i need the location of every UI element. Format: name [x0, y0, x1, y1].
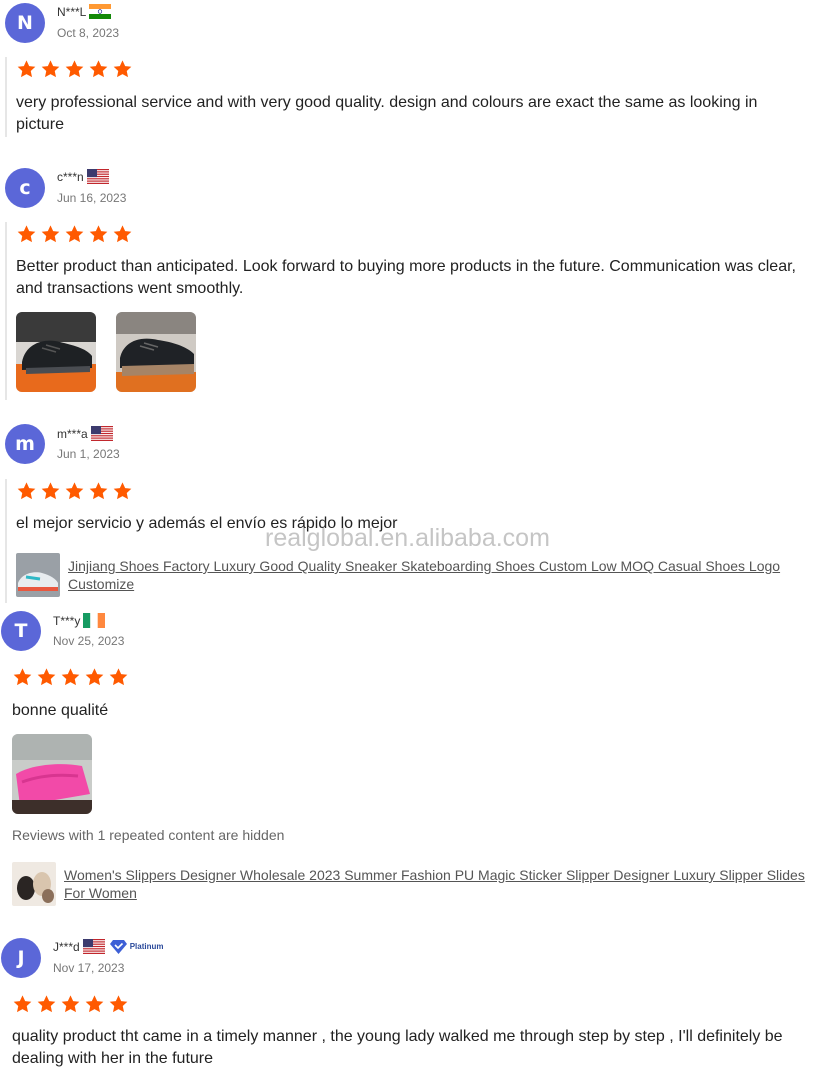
- us-flag-icon: [83, 939, 105, 954]
- reviewer-name: J***d: [53, 939, 80, 954]
- hidden-reviews-note: Reviews with 1 repeated content are hidd…: [12, 827, 285, 843]
- diamond-check-icon: [109, 940, 127, 954]
- star-rating: [16, 59, 133, 79]
- star-icon: [60, 994, 81, 1014]
- star-rating: [12, 667, 129, 687]
- star-icon: [40, 224, 61, 244]
- review-date: Jun 1, 2023: [57, 447, 120, 461]
- star-icon: [16, 481, 37, 501]
- avatar: c: [5, 168, 45, 208]
- black-sneaker-photo-icon: [116, 312, 196, 392]
- avatar: m: [5, 424, 45, 464]
- product-link[interactable]: Women's Slippers Designer Wholesale 2023…: [64, 866, 809, 902]
- product-link[interactable]: Jinjiang Shoes Factory Luxury Good Quali…: [68, 557, 793, 593]
- divider-bar: [5, 479, 7, 603]
- us-flag-icon: [91, 426, 113, 441]
- divider-bar: [5, 57, 7, 137]
- review-date: Nov 25, 2023: [53, 634, 125, 648]
- review-photo[interactable]: [116, 312, 196, 392]
- sneaker-product-icon: [16, 553, 60, 597]
- star-rating: [16, 481, 133, 501]
- star-icon: [88, 224, 109, 244]
- review-text: quality product tht came in a timely man…: [12, 1028, 783, 1067]
- star-icon: [16, 59, 37, 79]
- star-icon: [12, 994, 33, 1014]
- us-flag-icon: [87, 169, 109, 184]
- avatar: N: [5, 3, 45, 43]
- review-text: bonne qualité: [12, 702, 109, 719]
- star-icon: [36, 994, 57, 1014]
- star-icon: [88, 59, 109, 79]
- star-rating: [16, 224, 133, 244]
- star-icon: [88, 481, 109, 501]
- slipper-product-icon: [12, 862, 56, 906]
- star-icon: [60, 667, 81, 687]
- pink-slipper-photo-icon: [12, 734, 92, 814]
- avatar: J: [1, 938, 41, 978]
- star-icon: [40, 59, 61, 79]
- reviewer-name: m***a: [57, 426, 88, 441]
- star-icon: [40, 481, 61, 501]
- product-thumbnail[interactable]: [12, 862, 56, 906]
- badge-label: Platinum: [129, 942, 164, 951]
- platinum-badge: Platinum: [109, 939, 164, 954]
- product-thumbnail[interactable]: [16, 553, 60, 597]
- reviewer-name: T***y: [53, 613, 81, 628]
- star-icon: [108, 667, 129, 687]
- review-photo[interactable]: [16, 312, 96, 392]
- black-sneaker-photo-icon: [16, 312, 96, 392]
- review-text: very professional service and with very …: [16, 94, 758, 133]
- reviewer-name: N***L: [57, 4, 87, 19]
- star-icon: [12, 667, 33, 687]
- watermark: realglobal.en.alibaba.com: [265, 524, 550, 552]
- star-icon: [64, 224, 85, 244]
- review-photo[interactable]: [12, 734, 92, 814]
- star-icon: [112, 481, 133, 501]
- star-icon: [112, 224, 133, 244]
- ireland-flag-icon: [83, 613, 105, 628]
- review-date: Nov 17, 2023: [53, 961, 125, 975]
- star-icon: [36, 667, 57, 687]
- divider-bar: [5, 222, 7, 400]
- review-text: Better product than anticipated. Look fo…: [16, 258, 796, 297]
- star-icon: [84, 994, 105, 1014]
- review-date: Jun 16, 2023: [57, 191, 127, 205]
- star-icon: [64, 481, 85, 501]
- star-icon: [112, 59, 133, 79]
- star-icon: [108, 994, 129, 1014]
- star-icon: [16, 224, 37, 244]
- star-rating: [12, 994, 129, 1014]
- avatar: T: [1, 611, 41, 651]
- reviewer-name: c***n: [57, 169, 84, 184]
- india-flag-icon: [89, 4, 111, 19]
- review-date: Oct 8, 2023: [57, 26, 120, 40]
- star-icon: [64, 59, 85, 79]
- star-icon: [84, 667, 105, 687]
